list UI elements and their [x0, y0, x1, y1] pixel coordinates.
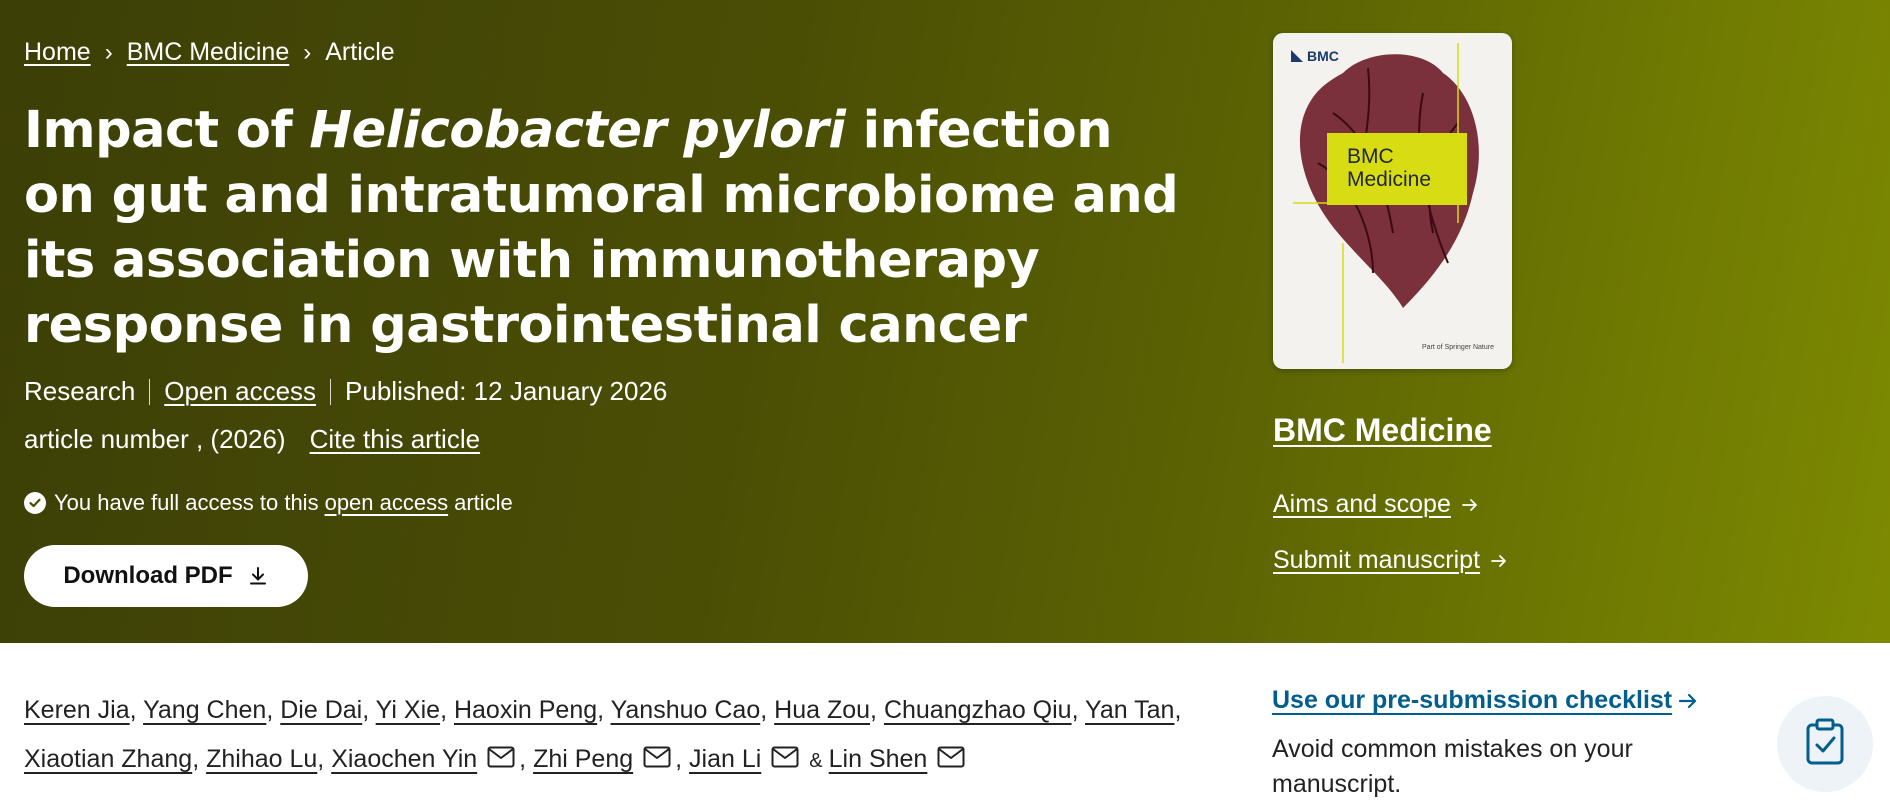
checklist-float-button[interactable] [1777, 696, 1873, 792]
author-separator: , [362, 696, 376, 724]
author-separator: , [266, 696, 281, 724]
cite-article-link[interactable]: Cite this article [310, 424, 481, 455]
arrow-right-icon [1490, 553, 1508, 569]
author-separator: , [597, 696, 611, 724]
title-species: Helicobacter pylori [309, 101, 846, 160]
author-separator: , [519, 745, 534, 773]
open-access-link[interactable]: Open access [164, 376, 316, 407]
mail-icon[interactable] [487, 736, 515, 785]
journal-cover[interactable]: BMC BMC Medicine Part of Springer Nature [1273, 33, 1512, 369]
breadcrumb: Home › BMC Medicine › Article [24, 38, 395, 67]
mail-icon[interactable] [771, 736, 799, 785]
author-separator: , [870, 696, 884, 724]
cover-title-line-1: BMC [1347, 145, 1394, 168]
author-link[interactable]: Hua Zou [774, 696, 870, 724]
article-citation: article number , (2026) Cite this articl… [24, 424, 480, 455]
aims-scope-link-row[interactable]: Aims and scope [1273, 490, 1479, 519]
checklist-link[interactable]: Use our pre-submission checklist [1272, 686, 1672, 715]
journal-name-link[interactable]: BMC Medicine [1273, 412, 1492, 449]
author-separator: , [317, 745, 332, 773]
divider [149, 378, 151, 405]
bmc-logo: BMC [1291, 48, 1339, 64]
access-open-access-link[interactable]: open access [325, 490, 449, 516]
author-separator: , [440, 696, 454, 724]
access-text: You have full access to this [54, 490, 319, 515]
clipboard-check-icon [1804, 718, 1846, 771]
chevron-right-icon: › [104, 38, 113, 66]
author-link[interactable]: Jian Li [689, 745, 761, 773]
article-header: Home › BMC Medicine › Article Impact of … [0, 0, 1890, 643]
arrow-right-icon [1461, 497, 1479, 513]
mail-icon[interactable] [643, 736, 671, 785]
author-link[interactable]: Yang Chen [143, 696, 266, 724]
author-separator: , [675, 745, 690, 773]
arrow-right-icon [1678, 692, 1698, 710]
author-separator: , [1174, 696, 1182, 724]
breadcrumb-journal[interactable]: BMC Medicine [127, 38, 290, 67]
article-number: article number , (2026) [24, 424, 286, 454]
submit-manuscript-link[interactable]: Submit manuscript [1273, 546, 1480, 575]
article-title: Impact of Helicobacter pylori infection … [24, 98, 1184, 358]
author-separator: , [129, 696, 144, 724]
title-text: Impact of [24, 101, 310, 160]
author-link[interactable]: Yan Tan [1085, 696, 1174, 724]
mail-icon[interactable] [937, 736, 965, 785]
bmc-logo-icon [1291, 50, 1303, 62]
checklist-description: Avoid common mistakes on your manuscript… [1272, 735, 1633, 798]
author-separator: , [760, 696, 775, 724]
breadcrumb-home[interactable]: Home [24, 38, 91, 67]
author-link[interactable]: Zhihao Lu [206, 745, 317, 773]
author-link[interactable]: Zhi Peng [533, 745, 633, 773]
author-link[interactable]: Lin Shen [829, 745, 928, 773]
download-icon [247, 565, 269, 587]
cover-title-label: BMC Medicine [1327, 133, 1467, 205]
aims-scope-link[interactable]: Aims and scope [1273, 490, 1451, 519]
breadcrumb-current: Article [325, 38, 395, 66]
author-link[interactable]: Xiaotian Zhang [24, 745, 192, 773]
download-pdf-button[interactable]: Download PDF [24, 545, 308, 607]
author-link[interactable]: Yanshuo Cao [611, 696, 761, 724]
cover-footer: Part of Springer Nature [1422, 344, 1494, 351]
access-text-end: article [454, 490, 513, 515]
author-list: Keren Jia, Yang Chen, Die Dai, Yi Xie, H… [24, 686, 1184, 786]
author-link[interactable]: Haoxin Peng [454, 696, 597, 724]
divider [330, 378, 332, 405]
author-ampersand: & [809, 750, 823, 772]
article-type: Research [24, 376, 136, 406]
access-notice: You have full access to this open access… [24, 490, 513, 516]
author-link[interactable]: Keren Jia [24, 696, 130, 724]
checklist-link-row[interactable]: Use our pre-submission checklist [1272, 686, 1698, 715]
submit-manuscript-link-row[interactable]: Submit manuscript [1273, 546, 1508, 575]
article-meta: Research Open access Published: 12 Janua… [24, 376, 667, 407]
checkmark-circle-icon [24, 492, 46, 514]
cover-title-line-2: Medicine [1347, 168, 1432, 191]
author-link[interactable]: Die Dai [280, 696, 362, 724]
published-date: Published: 12 January 2026 [345, 376, 668, 406]
author-link[interactable]: Yi Xie [376, 696, 440, 724]
author-link[interactable]: Xiaochen Yin [331, 745, 477, 773]
chevron-right-icon: › [303, 38, 312, 66]
author-link[interactable]: Chuangzhao Qiu [884, 696, 1072, 724]
author-separator: , [192, 745, 207, 773]
cover-logo-text: BMC [1307, 48, 1339, 64]
download-pdf-label: Download PDF [63, 562, 233, 589]
author-separator: , [1071, 696, 1086, 724]
